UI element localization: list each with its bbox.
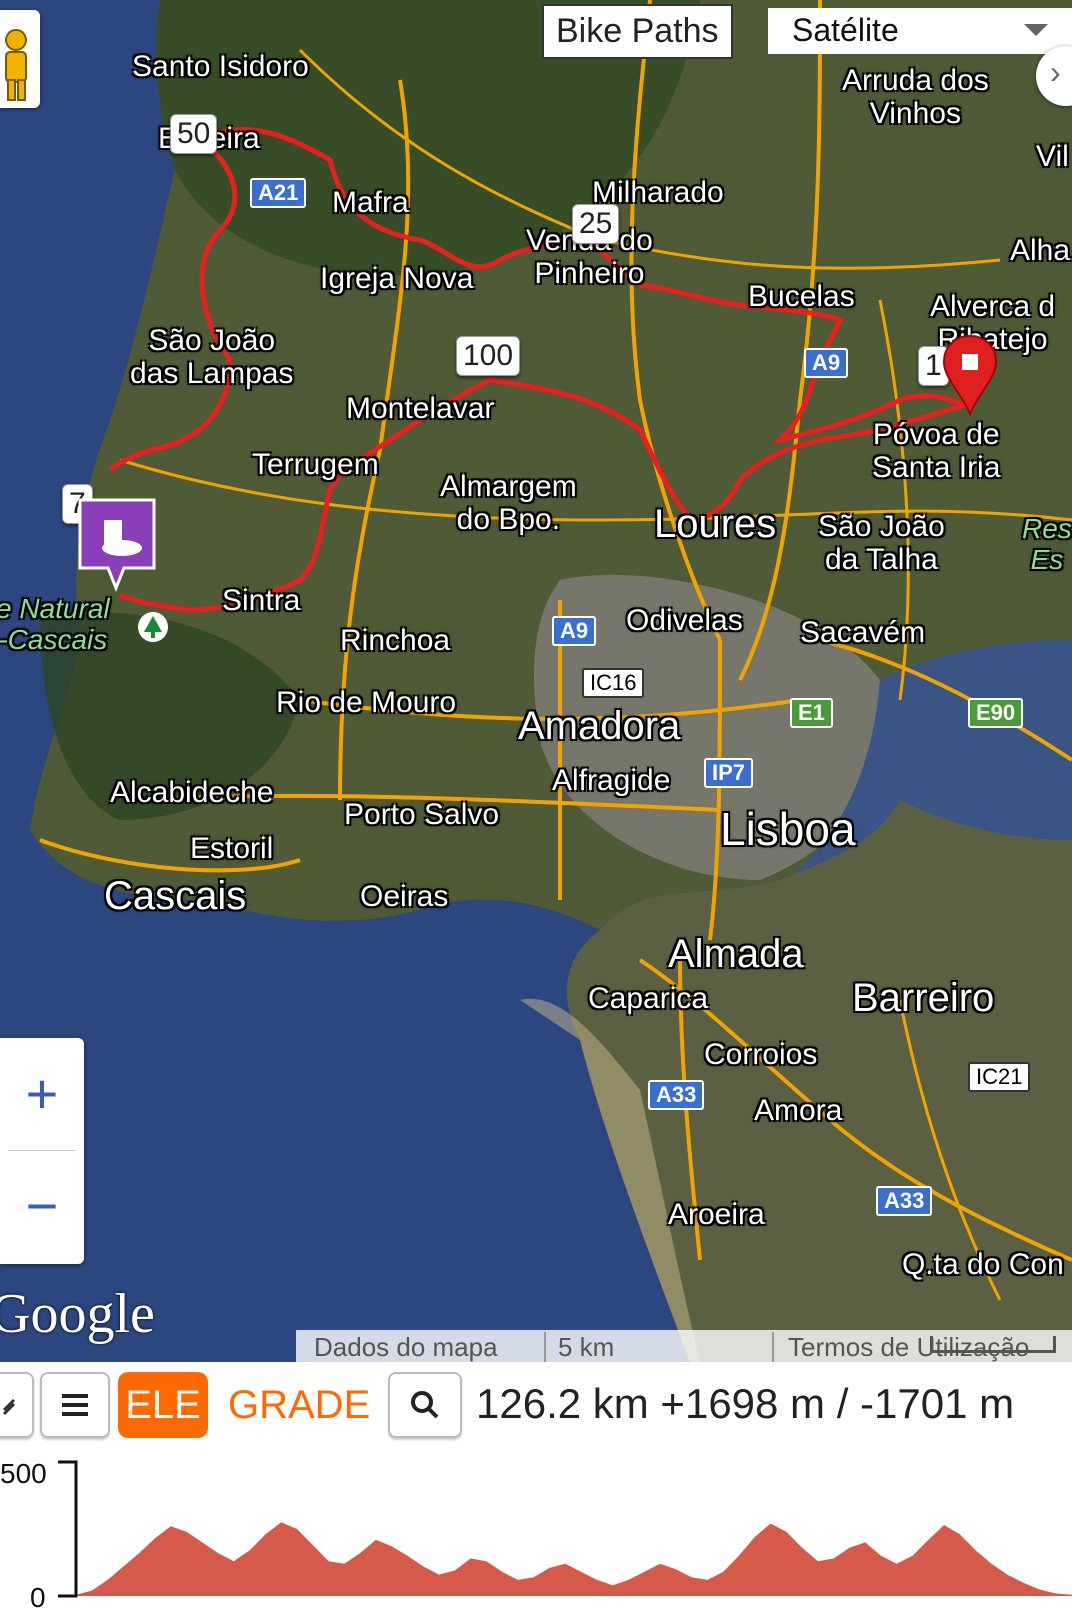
chevron-right-icon: › [1050, 54, 1061, 90]
pegman-control[interactable] [0, 10, 40, 108]
place-label: Alfragide [552, 764, 671, 797]
place-label: Rinchoa [340, 624, 451, 657]
map-data-link[interactable]: Dados do mapa [314, 1332, 498, 1362]
road-shield: A9 [804, 348, 849, 378]
place-label: Porto Salvo [344, 798, 500, 831]
place-label: Lisboa [720, 803, 856, 855]
route-stats: 126.2 km +1698 m / -1701 m [476, 1380, 1015, 1427]
magnifier-icon [411, 1391, 439, 1419]
zoom-out-button[interactable]: − [0, 1150, 84, 1262]
grade-tab[interactable]: GRADE [228, 1372, 370, 1438]
back-icon [2, 1398, 16, 1416]
place-label: Loures [654, 502, 777, 546]
road-shield: E1 [790, 698, 833, 728]
zoom-control: + − [0, 1038, 84, 1264]
place-label: São João das Lampas [130, 324, 294, 390]
zoom-chart-button[interactable] [388, 1372, 462, 1438]
place-label: Res Es [1022, 513, 1072, 575]
menu-icon [62, 1394, 88, 1416]
place-label: São João da Talha [818, 510, 945, 576]
place-label: Almada [668, 932, 804, 976]
place-label: Amadora [518, 704, 681, 748]
place-label: Póvoa de Santa Iria [872, 418, 1001, 484]
road-shield: A9 [552, 616, 597, 646]
map-footer: Dados do mapa 5 km Termos de Utilização [296, 1330, 1072, 1362]
road-shield: A21 [250, 178, 307, 208]
place-label: Aroeira [668, 1198, 765, 1231]
elevation-toolbar: ELE GRADE 126.2 km +1698 m / -1701 m [0, 1364, 1072, 1454]
place-label: Oeiras [360, 880, 449, 913]
dropdown-arrow-icon [1024, 24, 1048, 36]
map-view[interactable]: Bike Paths Satélite › Santo Isidoro Eric… [0, 0, 1072, 1362]
place-label: Corroios [704, 1038, 818, 1071]
place-label: Mafra [332, 186, 409, 219]
place-label: Almargem do Bpo. [440, 470, 577, 536]
place-label: Vil [1036, 140, 1069, 173]
map-type-value: Satélite [792, 12, 899, 48]
place-label: Caparica [588, 982, 709, 1015]
cafe-icon[interactable] [76, 496, 158, 594]
y-tick-label: 0 [30, 1582, 46, 1613]
place-label: Terrugem [252, 448, 379, 481]
place-label: Estoril [190, 832, 274, 865]
place-label: Amora [754, 1094, 843, 1127]
road-shield: A33 [876, 1186, 933, 1216]
distance-marker[interactable]: 100 [456, 336, 521, 376]
park-label: e Natural -Cascais [0, 593, 110, 655]
place-label: Barreiro [852, 976, 995, 1020]
y-axis [58, 1460, 78, 1598]
road-shield: E90 [968, 698, 1024, 728]
elevation-plot [58, 1460, 1072, 1598]
place-label: Alcabideche [110, 776, 274, 809]
road-shield: A33 [648, 1080, 705, 1110]
elevation-chart[interactable]: 500 0 [0, 1454, 1072, 1613]
map-type-select[interactable]: Satélite [768, 8, 1072, 54]
place-label: Arruda dos Vinhos [842, 64, 989, 130]
place-label: Odivelas [626, 604, 743, 637]
ele-tab[interactable]: ELE [118, 1372, 208, 1438]
place-label: Montelavar [346, 392, 495, 425]
map-imagery [0, 0, 1072, 1362]
road-shield: IC16 [582, 668, 645, 698]
distance-marker[interactable]: 25 [572, 204, 620, 244]
place-label: Cascais [104, 874, 247, 918]
place-label: Rio de Mouro [276, 686, 457, 719]
place-label: Alha [1010, 234, 1071, 267]
end-marker-icon[interactable] [940, 334, 1000, 416]
place-label: Bucelas [748, 280, 855, 313]
zoom-in-button[interactable]: + [0, 1038, 84, 1150]
place-label: Sacavém [800, 616, 926, 649]
menu-button[interactable] [40, 1372, 110, 1438]
elevation-area [76, 1522, 1072, 1596]
road-shield: IP7 [704, 758, 754, 788]
pegman-icon [5, 29, 27, 101]
place-label: Santo Isidoro [132, 50, 309, 83]
y-tick-label: 500 [0, 1458, 47, 1489]
tree-icon [138, 612, 168, 642]
place-label: Igreja Nova [320, 262, 474, 295]
terms-link[interactable]: Termos de Utilização [772, 1332, 1029, 1362]
bike-paths-button[interactable]: Bike Paths [542, 4, 733, 59]
place-label: Sintra [222, 584, 301, 617]
back-button[interactable] [0, 1372, 34, 1438]
scale-label: 5 km [544, 1332, 614, 1362]
road-shield: IC21 [968, 1062, 1031, 1092]
google-logo: Google [0, 1283, 155, 1345]
place-label: Q.ta do Con [902, 1248, 1064, 1281]
distance-marker[interactable]: 50 [170, 114, 218, 154]
